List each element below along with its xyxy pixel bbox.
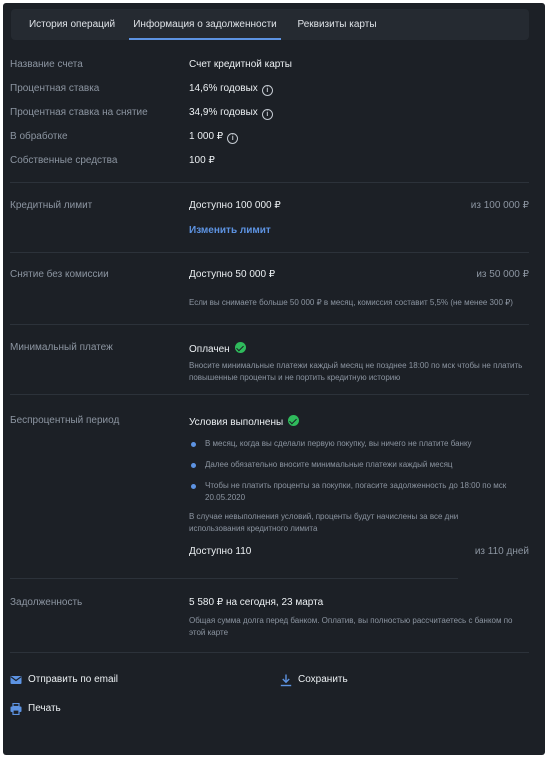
bullet-icon: [191, 463, 196, 468]
email-icon: [10, 676, 22, 684]
debt-info-panel: История операций Информация о задолженно…: [3, 3, 545, 755]
debt-label: Задолженность: [10, 597, 83, 608]
grace-bullet-3: Чтобы не платить проценты за покупки, по…: [205, 481, 507, 502]
own-funds-value: 100 ₽: [189, 155, 215, 166]
withdrawal-note: Если вы снимаете больше 50 000 ₽ в месяц…: [189, 298, 513, 307]
min-payment-status-text: Оплачен: [189, 344, 230, 355]
grace-bullet-2: Далее обязательно вносите минимальные пл…: [205, 460, 453, 469]
divider: [10, 252, 529, 253]
debt-value: 5 580 ₽ на сегодня, 23 марта: [189, 597, 324, 608]
own-funds-label: Собственные средства: [10, 155, 118, 166]
download-icon: [280, 674, 292, 687]
divider: [10, 578, 458, 579]
interest-rate-label: Процентная ставка: [10, 83, 100, 94]
grace-period-note: В случае невыполнения условий, проценты …: [189, 512, 459, 533]
divider: [10, 182, 529, 183]
account-name-value: Счет кредитной карты: [189, 59, 292, 70]
print-button[interactable]: Печать: [10, 703, 90, 717]
min-payment-note: Вносите минимальные платежи каждый месяц…: [189, 361, 523, 382]
printer-icon: [10, 703, 22, 715]
min-payment-status: Оплачен: [189, 342, 246, 355]
processing: 1 000 ₽ i: [189, 131, 239, 144]
grace-bullet-1: В месяц, когда вы сделали первую покупку…: [205, 439, 472, 448]
grace-period-total: из 110 дней: [474, 546, 529, 557]
grace-period-available: Доступно 110: [189, 546, 252, 557]
account-name-label: Название счета: [10, 59, 83, 70]
processing-label: В обработке: [10, 131, 68, 142]
divider: [10, 652, 529, 653]
check-icon: [288, 415, 300, 426]
info-icon[interactable]: i: [261, 109, 273, 120]
withdrawal-label: Снятие без комиссии: [10, 269, 109, 280]
min-payment-label: Минимальный платеж: [10, 342, 113, 353]
credit-limit-total: из 100 000 ₽: [470, 200, 529, 211]
divider: [10, 394, 529, 395]
grace-period-status: Условия выполнены: [189, 415, 300, 428]
bullet-icon: [191, 442, 196, 447]
divider: [10, 324, 529, 325]
save-label: Сохранить: [298, 674, 348, 685]
info-icon[interactable]: i: [227, 133, 239, 144]
tab-operations-history[interactable]: История операций: [19, 9, 125, 40]
check-icon: [234, 342, 246, 353]
withdrawal-total: из 50 000 ₽: [476, 269, 529, 280]
grace-period-label: Беспроцентный период: [10, 415, 120, 426]
interest-rate: 14,6% годовых i: [189, 83, 273, 96]
tab-bar: История операций Информация о задолженно…: [11, 9, 529, 40]
bullet-icon: [191, 484, 196, 489]
save-button[interactable]: Сохранить: [280, 674, 380, 688]
change-limit-link[interactable]: Изменить лимит: [189, 225, 271, 236]
withdrawal-available: Доступно 50 000 ₽: [189, 269, 276, 280]
send-email-label: Отправить по email: [28, 674, 119, 685]
credit-limit-label: Кредитный лимит: [10, 200, 93, 211]
processing-value: 1 000 ₽: [189, 131, 224, 142]
withdraw-rate-label: Процентная ставка на снятие: [10, 107, 148, 118]
debt-note: Общая сумма долга перед банком. Оплатив,…: [189, 616, 513, 637]
grace-period-status-text: Условия выполнены: [189, 417, 284, 428]
credit-limit-available: Доступно 100 000 ₽: [189, 200, 281, 211]
send-email-button[interactable]: Отправить по email: [10, 674, 150, 688]
withdraw-rate-value: 34,9% годовых: [189, 107, 258, 118]
withdraw-rate: 34,9% годовых i: [189, 107, 273, 120]
info-icon[interactable]: i: [261, 85, 273, 96]
interest-rate-value: 14,6% годовых: [189, 83, 258, 94]
tab-card-details[interactable]: Реквизиты карты: [289, 9, 385, 40]
tab-debt-info[interactable]: Информация о задолженности: [129, 9, 281, 40]
print-label: Печать: [28, 703, 61, 714]
